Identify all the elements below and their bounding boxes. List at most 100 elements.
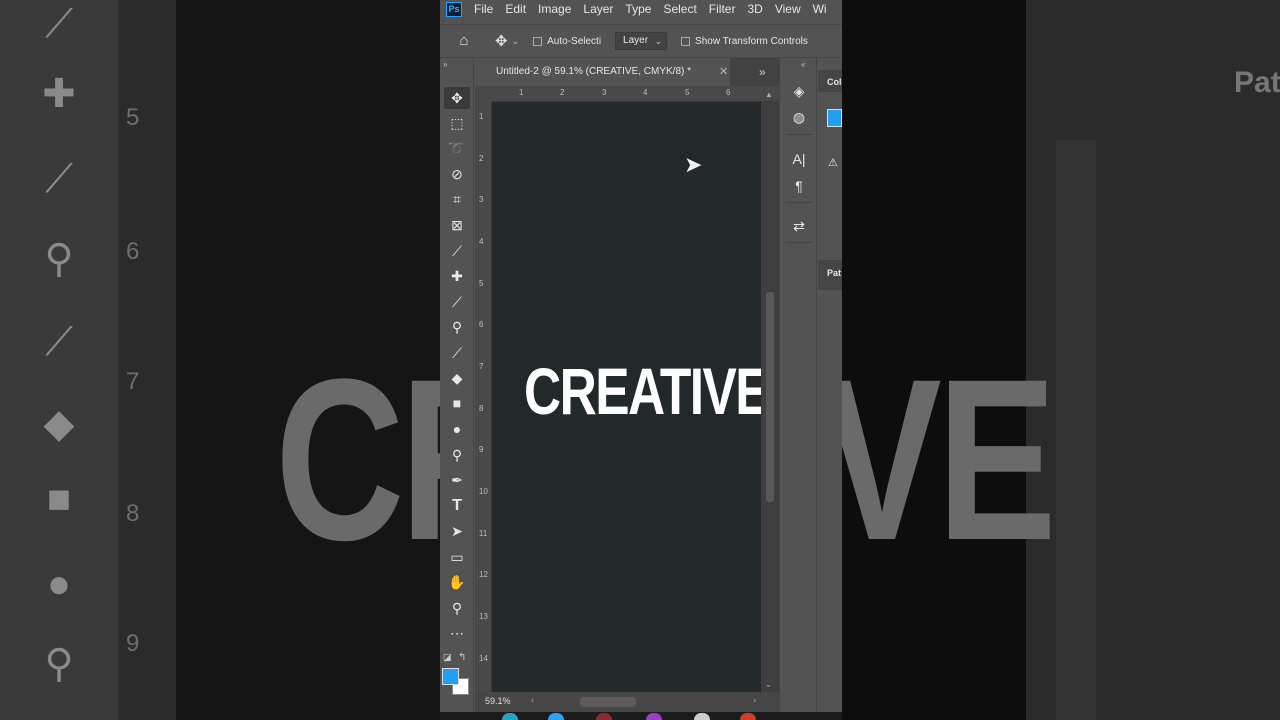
menu-filter[interactable]: Filter (709, 2, 736, 16)
lasso-tool-icon[interactable]: ➰ (444, 137, 470, 159)
collapse-icon[interactable]: « (801, 60, 805, 69)
taskbar-app-icon[interactable] (596, 713, 612, 720)
ruler-label: 7 (479, 362, 484, 371)
taskbar-app-icon[interactable] (646, 713, 662, 720)
default-colors-icon[interactable]: ◪ (443, 652, 452, 663)
zoom-level[interactable]: 59.1% (485, 696, 511, 706)
vertical-scrollbar[interactable]: ▲ ⌄ (761, 90, 779, 692)
auto-select-target-value: Layer (623, 35, 649, 46)
path-select-tool-icon[interactable]: ➤ (444, 520, 470, 542)
ruler-label: 14 (479, 654, 488, 663)
menu-image[interactable]: Image (538, 2, 571, 16)
ruler-label: 11 (479, 529, 488, 538)
history-brush-tool-icon[interactable]: ⟋ (444, 342, 470, 364)
vertical-scroll-thumb[interactable] (766, 292, 774, 502)
screen: ⟋ ✚ ⟋ ⚲ ⟋ ◆ ■ ● ⚲ 5 6 7 8 9 CR Pat VE (0, 0, 1280, 720)
close-icon[interactable]: ✕ (719, 58, 728, 86)
menu-bar: Ps File Edit Image Layer Type Select Fil… (440, 0, 842, 18)
backdrop-text-right-clip: VE (842, 0, 1280, 720)
document-tab[interactable]: Untitled-2 @ 59.1% (CREATIVE, CMYK/8) * (475, 58, 730, 86)
move-tool-icon[interactable]: ✥ (444, 87, 470, 109)
eyedropper-tool-icon[interactable]: ⟋ (444, 240, 470, 262)
menu-file[interactable]: File (474, 2, 493, 16)
horizontal-ruler[interactable]: 1 2 3 4 5 6 (492, 86, 779, 102)
stamp-tool-icon[interactable]: ⚲ (444, 316, 470, 338)
type-tool-icon[interactable]: T (444, 495, 470, 517)
crop-tool-icon[interactable]: ⌗ (444, 188, 470, 210)
paragraph-panel-icon[interactable]: ¶ (788, 175, 810, 197)
shape-tool-icon[interactable]: ▭ (444, 546, 470, 568)
scroll-right-icon[interactable]: › (753, 695, 756, 705)
taskbar-app-icon[interactable] (694, 713, 710, 720)
vertical-ruler[interactable]: 1 2 3 4 5 6 7 8 9 10 11 12 13 14 (475, 102, 492, 692)
more-tabs-icon[interactable]: » (759, 58, 766, 86)
taskbar-app-icon[interactable] (502, 713, 518, 720)
hand-tool-icon[interactable]: ✋ (444, 571, 470, 593)
scroll-left-icon[interactable]: ‹ (531, 695, 534, 705)
ruler-label: 5 (685, 88, 690, 97)
zoom-tool-icon[interactable]: ⚲ (444, 597, 470, 619)
blur-tool-icon[interactable]: ● (444, 418, 470, 440)
show-transform-checkbox[interactable] (681, 36, 691, 46)
text-layer-creative[interactable]: CREATIVE (524, 356, 770, 426)
properties-panel-icon[interactable]: ⇄ (788, 215, 810, 237)
pen-tool-icon[interactable]: ✒ (444, 469, 470, 491)
ruler-label: 4 (479, 237, 484, 246)
photoshop-taskbar-icon[interactable] (548, 713, 564, 720)
ruler-label: 1 (479, 112, 484, 121)
adjustments-panel-icon[interactable]: ◍ (788, 106, 810, 128)
scroll-up-icon[interactable]: ▲ (765, 90, 773, 99)
show-transform-label: Show Transform Controls (695, 35, 808, 47)
move-tool-preset-icon[interactable]: ✥ (495, 32, 508, 50)
brush-tool-icon[interactable]: ⟋ (444, 291, 470, 313)
gradient-tool-icon[interactable]: ■ (444, 392, 470, 414)
color-panel-title: Col (827, 77, 842, 87)
backdrop-text-left-clip: CR (0, 0, 440, 720)
taskbar (440, 712, 842, 720)
dodge-tool-icon[interactable]: ⚲ (444, 444, 470, 466)
panel-dock-icons: « ◈ ◍ A| ¶ ⇄ (779, 58, 817, 712)
auto-select-label: Auto-Selecti (547, 35, 602, 47)
menu-window[interactable]: Wi (813, 2, 827, 16)
ruler-label: 6 (726, 88, 731, 97)
horizontal-scroll-thumb[interactable] (580, 697, 636, 707)
move-cursor-icon: ➤ (684, 152, 703, 177)
eraser-tool-icon[interactable]: ◆ (444, 367, 470, 389)
more-tools-icon[interactable]: ⋯ (444, 622, 470, 644)
menu-view[interactable]: View (775, 2, 801, 16)
character-panel-icon[interactable]: A| (788, 148, 810, 170)
ruler-label: 9 (479, 445, 484, 454)
layers-panel-icon[interactable]: ◈ (788, 80, 810, 102)
ruler-origin[interactable] (475, 86, 492, 102)
ruler-label: 6 (479, 320, 484, 329)
home-icon[interactable]: ⌂ (455, 32, 473, 50)
divider (786, 134, 812, 135)
backdrop-text-right: VE (842, 331, 1057, 588)
auto-select-target-dropdown[interactable]: Layer ⌄ (615, 32, 668, 50)
menu-3d[interactable]: 3D (747, 2, 762, 16)
document-canvas[interactable]: CREATIVE ➤ (495, 104, 770, 692)
chevron-down-icon[interactable]: ⌄ (512, 36, 520, 47)
marquee-tool-icon[interactable]: ⬚ (444, 112, 470, 134)
photoshop-logo: Ps (446, 1, 462, 17)
document-tab-bar: Untitled-2 @ 59.1% (CREATIVE, CMYK/8) * … (475, 58, 779, 86)
foreground-color-swatch[interactable] (442, 668, 459, 685)
taskbar-app-icon[interactable] (740, 713, 756, 720)
menu-type[interactable]: Type (625, 2, 651, 16)
collapse-icon[interactable]: » (443, 60, 447, 69)
menu-select[interactable]: Select (663, 2, 696, 16)
healing-tool-icon[interactable]: ✚ (444, 265, 470, 287)
status-bar: 59.1% ‹ › (475, 692, 779, 712)
swap-colors-icon[interactable]: ↰ (458, 652, 466, 663)
menu-edit[interactable]: Edit (505, 2, 526, 16)
scroll-down-icon[interactable]: ⌄ (765, 680, 772, 689)
divider (786, 242, 812, 243)
frame-tool-icon[interactable]: ⊠ (444, 214, 470, 236)
quick-select-tool-icon[interactable]: ⊘ (444, 163, 470, 185)
auto-select-checkbox[interactable] (533, 36, 543, 46)
color-panel-swatch[interactable] (827, 109, 842, 127)
canvas-area[interactable]: CREATIVE ➤ (492, 102, 770, 692)
ruler-label: 13 (479, 612, 488, 621)
menu-layer[interactable]: Layer (583, 2, 613, 16)
paths-panel-title: Pat (827, 268, 842, 278)
